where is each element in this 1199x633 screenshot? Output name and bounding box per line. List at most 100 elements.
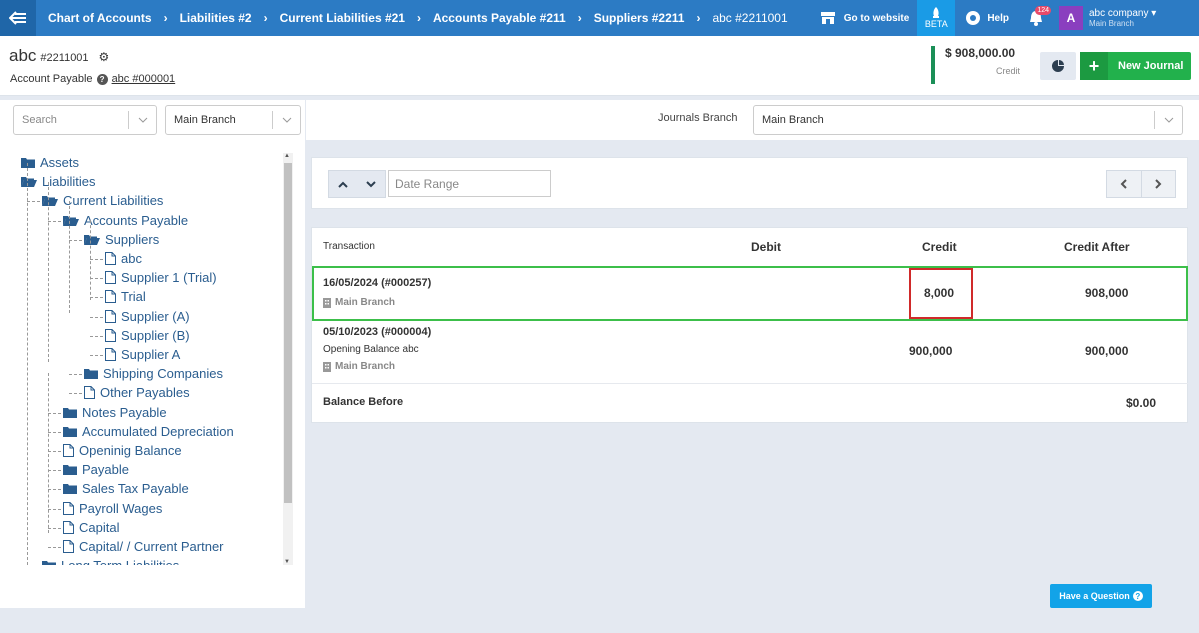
breadcrumb-item[interactable]: Chart of Accounts bbox=[48, 11, 152, 25]
breadcrumb-item[interactable]: Liabilities #2 bbox=[180, 11, 252, 25]
tree-connector bbox=[69, 374, 82, 376]
tree-connector bbox=[90, 335, 103, 337]
chevron-down-icon bbox=[366, 180, 376, 187]
have-a-question-button[interactable]: Have a Question ? bbox=[1050, 584, 1152, 608]
scroll-up-icon[interactable]: ▲ bbox=[284, 153, 290, 159]
new-journal-label: New Journal bbox=[1118, 60, 1184, 72]
next-page-button[interactable] bbox=[1142, 171, 1176, 197]
chevron-right-icon: › bbox=[696, 11, 701, 25]
tree-item[interactable]: Supplier (B) bbox=[105, 326, 190, 345]
tree-item-label: Capital/ / Current Partner bbox=[79, 539, 224, 554]
tree-connector bbox=[48, 470, 61, 472]
journals-branch-select[interactable]: Main Branch bbox=[753, 105, 1183, 135]
caret-down-icon: ▾ bbox=[1151, 8, 1157, 19]
table-row-highlighted[interactable] bbox=[312, 266, 1188, 321]
row-divider bbox=[312, 383, 1188, 384]
tree-item[interactable]: Supplier 1 (Trial) bbox=[105, 268, 217, 287]
parent-account-link[interactable]: abc #000001 bbox=[112, 73, 176, 85]
file-icon bbox=[63, 501, 79, 515]
tree-item[interactable]: Other Payables bbox=[84, 383, 190, 402]
scroll-down-icon[interactable]: ▼ bbox=[284, 559, 290, 565]
transaction-branch: Main Branch bbox=[323, 297, 395, 308]
account-name: abc bbox=[9, 46, 37, 65]
tree-item-label: Sales Tax Payable bbox=[82, 481, 189, 497]
gear-icon[interactable]: ⚙ bbox=[99, 50, 110, 64]
help-link[interactable]: Help bbox=[965, 10, 1009, 26]
tree-item[interactable]: Accumulated Depreciation bbox=[63, 422, 234, 441]
credit-after-value: 908,000 bbox=[1085, 286, 1129, 300]
breadcrumb-item[interactable]: Accounts Payable #211 bbox=[433, 11, 566, 25]
transaction-description: Opening Balance abc bbox=[323, 344, 419, 355]
tree-item[interactable]: Long Term Liabilities bbox=[42, 556, 179, 565]
chevron-down-icon bbox=[1154, 111, 1182, 129]
sort-descending-button[interactable] bbox=[357, 171, 385, 197]
previous-page-button[interactable] bbox=[1107, 171, 1142, 197]
tree-item[interactable]: Trial bbox=[105, 287, 146, 306]
beta-button[interactable]: BETA bbox=[917, 0, 956, 36]
question-icon[interactable]: ? bbox=[96, 73, 108, 85]
sort-ascending-button[interactable] bbox=[329, 171, 357, 197]
file-icon bbox=[63, 520, 79, 534]
sort-buttons bbox=[328, 170, 386, 198]
folder-icon bbox=[21, 157, 40, 168]
date-range-input[interactable]: Date Range bbox=[388, 170, 551, 197]
scrollbar-thumb[interactable] bbox=[284, 163, 292, 503]
tree-item[interactable]: Notes Payable bbox=[63, 403, 167, 422]
search-select[interactable]: Search bbox=[13, 105, 157, 135]
tree-connector bbox=[69, 393, 82, 395]
accounts-tree: Assets Liabilities Current Liabilities Acco… bbox=[21, 153, 291, 565]
tree-item[interactable]: Shipping Companies bbox=[84, 364, 223, 383]
breadcrumb-item[interactable]: Suppliers #2211 bbox=[594, 11, 685, 25]
tree-item-label: abc bbox=[121, 251, 142, 266]
top-navbar: Chart of Accounts › Liabilities #2 › Curre… bbox=[0, 0, 1199, 36]
lifebuoy-icon bbox=[966, 11, 981, 25]
tree-item[interactable]: Assets bbox=[21, 153, 79, 172]
search-placeholder: Search bbox=[22, 114, 57, 126]
accounts-tree-panel: Search Main Branch Assets Liabilities Curr… bbox=[0, 100, 305, 608]
tree-item[interactable]: Payroll Wages bbox=[63, 499, 162, 518]
tree-item[interactable]: abc bbox=[105, 249, 142, 268]
breadcrumb-item[interactable]: Current Liabilities #21 bbox=[280, 11, 405, 25]
company-switcher[interactable]: abc company ▾ Main Branch bbox=[1089, 8, 1199, 28]
column-header-credit-after: Credit After bbox=[1064, 240, 1130, 254]
chevron-up-icon bbox=[338, 181, 348, 188]
tree-item[interactable]: Capital bbox=[63, 518, 119, 537]
avatar[interactable]: A bbox=[1059, 6, 1083, 30]
tree-connector bbox=[69, 239, 82, 241]
tree-item[interactable]: Payable bbox=[63, 460, 129, 479]
tree-connector bbox=[48, 182, 49, 362]
menu-toggle-button[interactable] bbox=[0, 0, 36, 36]
folder-open-icon bbox=[63, 215, 84, 226]
file-icon bbox=[105, 252, 121, 265]
breadcrumb: Chart of Accounts › Liabilities #2 › Curre… bbox=[48, 11, 788, 25]
tree-item[interactable]: Current Liabilities bbox=[42, 191, 163, 210]
tree-item[interactable]: Supplier (A) bbox=[105, 307, 190, 326]
notifications-button[interactable]: 124 bbox=[1023, 0, 1051, 36]
tree-connector bbox=[48, 547, 61, 548]
tree-item[interactable]: Capital/ / Current Partner bbox=[63, 537, 224, 556]
transaction-title[interactable]: 05/10/2023 (#000004) bbox=[323, 326, 431, 338]
chart-button[interactable] bbox=[1040, 52, 1076, 80]
tree-connector bbox=[90, 355, 103, 356]
transaction-title[interactable]: 16/05/2024 (#000257) bbox=[323, 277, 431, 289]
tree-item-label: Current Liabilities bbox=[63, 193, 164, 209]
tree-item[interactable]: Openinig Balance bbox=[63, 441, 182, 460]
branch-name: Main Branch bbox=[335, 297, 396, 308]
tree-item[interactable]: Sales Tax Payable bbox=[63, 479, 189, 498]
tree-item[interactable]: Liabilities bbox=[21, 172, 95, 191]
tree-item-label: Payable bbox=[82, 462, 129, 478]
tree-item[interactable]: Accounts Payable bbox=[63, 211, 188, 230]
tree-item-label: Shipping Companies bbox=[103, 366, 223, 382]
branch-select[interactable]: Main Branch bbox=[165, 105, 301, 135]
tree-item[interactable]: Supplier A bbox=[105, 345, 180, 364]
folder-icon bbox=[63, 426, 82, 437]
go-to-website-link[interactable]: Go to website bbox=[820, 11, 910, 25]
building-icon bbox=[323, 361, 331, 372]
tree-scrollbar[interactable]: ▲ ▼ bbox=[283, 153, 293, 565]
tree-item[interactable]: Suppliers bbox=[84, 230, 159, 249]
tree-item-label: Supplier (B) bbox=[121, 327, 190, 343]
go-to-website-label: Go to website bbox=[843, 12, 910, 24]
have-a-question-label: Have a Question bbox=[1059, 591, 1130, 601]
new-journal-button[interactable]: + New Journal bbox=[1080, 52, 1191, 80]
file-icon bbox=[63, 444, 79, 457]
